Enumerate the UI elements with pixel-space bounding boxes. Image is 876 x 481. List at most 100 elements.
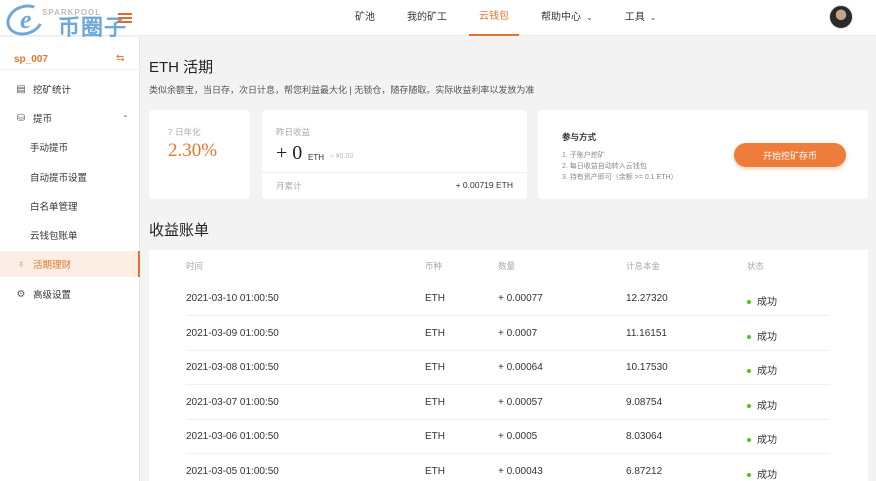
top-navigation-bar: e SPARKPOOL 币圈子 矿池 我的矿工 云钱包 帮助中心 ⌄ 工具 ⌄ (0, 0, 876, 41)
success-dot-icon (747, 335, 751, 340)
join-step: 2. 每日收益自动转入云钱包 (562, 163, 647, 170)
sidebar-item-label: 云钱包账单 (30, 231, 78, 242)
yesterday-earnings-fiat: ≈ ¥0.00 (330, 153, 354, 160)
start-mining-deposit-button[interactable]: 开始挖矿存币 (734, 143, 846, 167)
row-amount: + 0.0007 (498, 328, 538, 339)
row-status-label: 成功 (757, 332, 777, 343)
row-time: 2021-03-09 01:00:50 (186, 328, 279, 339)
yesterday-earnings-unit: ETH (308, 153, 324, 162)
row-time: 2021-03-05 01:00:50 (186, 466, 279, 477)
nav-item-label: 工具 (624, 12, 645, 23)
row-principal: 12.27320 (626, 293, 668, 304)
divider (0, 69, 140, 70)
sidebar-item-label: 白名单管理 (30, 202, 78, 213)
row-amount: + 0.00077 (498, 293, 543, 304)
row-status: 成功 (747, 466, 777, 481)
row-status-label: 成功 (757, 366, 777, 377)
page-description: 类似余额宝，当日存，次日计息，帮您利益最大化 | 无锁仓，随存随取。实际收益利率… (149, 85, 535, 95)
chevron-down-icon: ⌄ (586, 13, 593, 22)
sidebar-item-withdraw[interactable]: ⛁ 提币 ⌃ (0, 105, 140, 131)
divider (262, 172, 527, 173)
sidebar-item-mining-stats[interactable]: ▤ 挖矿统计 (0, 76, 140, 102)
nav-item-label: 帮助中心 (541, 12, 581, 23)
logo[interactable]: e SPARKPOOL 币圈子 (2, 0, 152, 41)
account-name[interactable]: sp_007 (14, 54, 48, 65)
earnings-ledger-title: 收益账单 (149, 222, 210, 239)
sidebar-item-auto-withdraw-settings[interactable]: 自动提币设置 (0, 164, 140, 190)
row-coin: ETH (425, 466, 445, 477)
row-time: 2021-03-07 01:00:50 (186, 397, 279, 408)
row-amount: + 0.00057 (498, 397, 543, 408)
row-coin: ETH (425, 362, 445, 373)
row-time: 2021-03-10 01:00:50 (186, 293, 279, 304)
row-coin: ETH (425, 328, 445, 339)
success-dot-icon (747, 300, 751, 305)
row-principal: 6.87212 (626, 466, 663, 477)
yesterday-earnings-value: + 0 (276, 142, 303, 164)
switch-account-icon[interactable]: ⇆ (116, 53, 124, 64)
nav-item-help-center[interactable]: 帮助中心 ⌄ (531, 0, 603, 36)
row-time: 2021-03-08 01:00:50 (186, 362, 279, 373)
row-status-label: 成功 (757, 470, 777, 481)
row-status: 成功 (747, 293, 777, 308)
sidebar-item-label: 挖矿统计 (33, 85, 72, 96)
sidebar-item-label: 活期理财 (33, 260, 72, 271)
nav-item-cloud-wallet[interactable]: 云钱包 (469, 0, 519, 36)
row-amount: + 0.00064 (498, 362, 543, 373)
success-dot-icon (747, 473, 751, 478)
sidebar-item-label: 手动提币 (30, 143, 69, 154)
row-status: 成功 (747, 397, 777, 412)
chart-icon: ▤ (16, 83, 26, 95)
success-dot-icon (747, 404, 751, 409)
gear-icon: ⚙ (16, 288, 26, 300)
menu-icon[interactable] (118, 13, 132, 23)
row-time: 2021-03-06 01:00:50 (186, 431, 279, 442)
success-dot-icon (747, 369, 751, 374)
column-header-status: 状态 (747, 261, 765, 271)
chevron-down-icon: ⌄ (649, 13, 657, 22)
row-status-label: 成功 (757, 435, 777, 446)
table-row: 2021-03-05 01:00:50 ETH + 0.00043 6.8721… (186, 454, 830, 481)
chevron-up-icon: ⌃ (122, 113, 129, 123)
row-amount: + 0.0005 (498, 431, 538, 442)
sidebar-item-advanced-settings[interactable]: ⚙ 高级设置 (0, 281, 140, 307)
join-step: 1. 子账户挖矿 (562, 152, 605, 159)
row-status-label: 成功 (757, 297, 777, 308)
table-row: 2021-03-07 01:00:50 ETH + 0.00057 9.0875… (186, 385, 830, 420)
sidebar-item-cloud-wallet-bill[interactable]: 云钱包账单 (0, 222, 140, 248)
row-status: 成功 (747, 362, 777, 377)
sidebar-item-label: 提币 (33, 114, 53, 125)
table-row: 2021-03-06 01:00:50 ETH + 0.0005 8.03064… (186, 419, 830, 454)
row-amount: + 0.00043 (498, 466, 543, 477)
table-row: 2021-03-10 01:00:50 ETH + 0.00077 12.273… (186, 281, 830, 316)
column-header-amount: 数量 (498, 261, 516, 271)
row-status-label: 成功 (757, 401, 777, 412)
nav-item-label: 矿池 (355, 12, 375, 23)
nav-item-pool[interactable]: 矿池 (345, 0, 385, 36)
sidebar-item-manual-withdraw[interactable]: 手动提币 (0, 134, 140, 160)
table-row: 2021-03-09 01:00:50 ETH + 0.0007 11.1615… (186, 316, 830, 351)
sidebar-item-whitelist[interactable]: 白名单管理 (0, 193, 140, 219)
sidebar-item-demand-finance[interactable]: ♁ 活期理财 (0, 251, 140, 277)
sidebar-item-label: 高级设置 (33, 290, 72, 301)
nav-item-label: 云钱包 (479, 11, 509, 22)
page-title: ETH 活期 (149, 59, 214, 76)
nav-item-my-miners[interactable]: 我的矿工 (397, 0, 457, 36)
column-header-coin: 币种 (425, 261, 443, 271)
row-status: 成功 (747, 328, 777, 343)
annual-rate-label: 7 日年化 (168, 127, 201, 137)
nav-item-label: 我的矿工 (407, 12, 447, 23)
how-to-join-heading: 参与方式 (562, 132, 597, 142)
column-header-principal: 计息本金 (626, 261, 661, 271)
monthly-total-label: 月累计 (276, 181, 302, 191)
earnings-table: 时间 币种 数量 计息本金 状态 2021-03-10 01:00:50 ETH… (149, 250, 868, 481)
row-coin: ETH (425, 431, 445, 442)
avatar[interactable] (829, 5, 853, 29)
nav-item-tools[interactable]: 工具 ⌄ (615, 0, 667, 36)
annual-rate-card: 7 日年化 2.30% (149, 110, 250, 199)
row-principal: 9.08754 (626, 397, 663, 408)
success-dot-icon (747, 438, 751, 443)
row-principal: 11.16151 (626, 328, 667, 339)
join-step: 3. 持有资产即可（余额 >= 0.1 ETH） (562, 174, 678, 181)
how-to-join-card: 参与方式 1. 子账户挖矿 2. 每日收益自动转入云钱包 3. 持有资产即可（余… (538, 110, 868, 199)
